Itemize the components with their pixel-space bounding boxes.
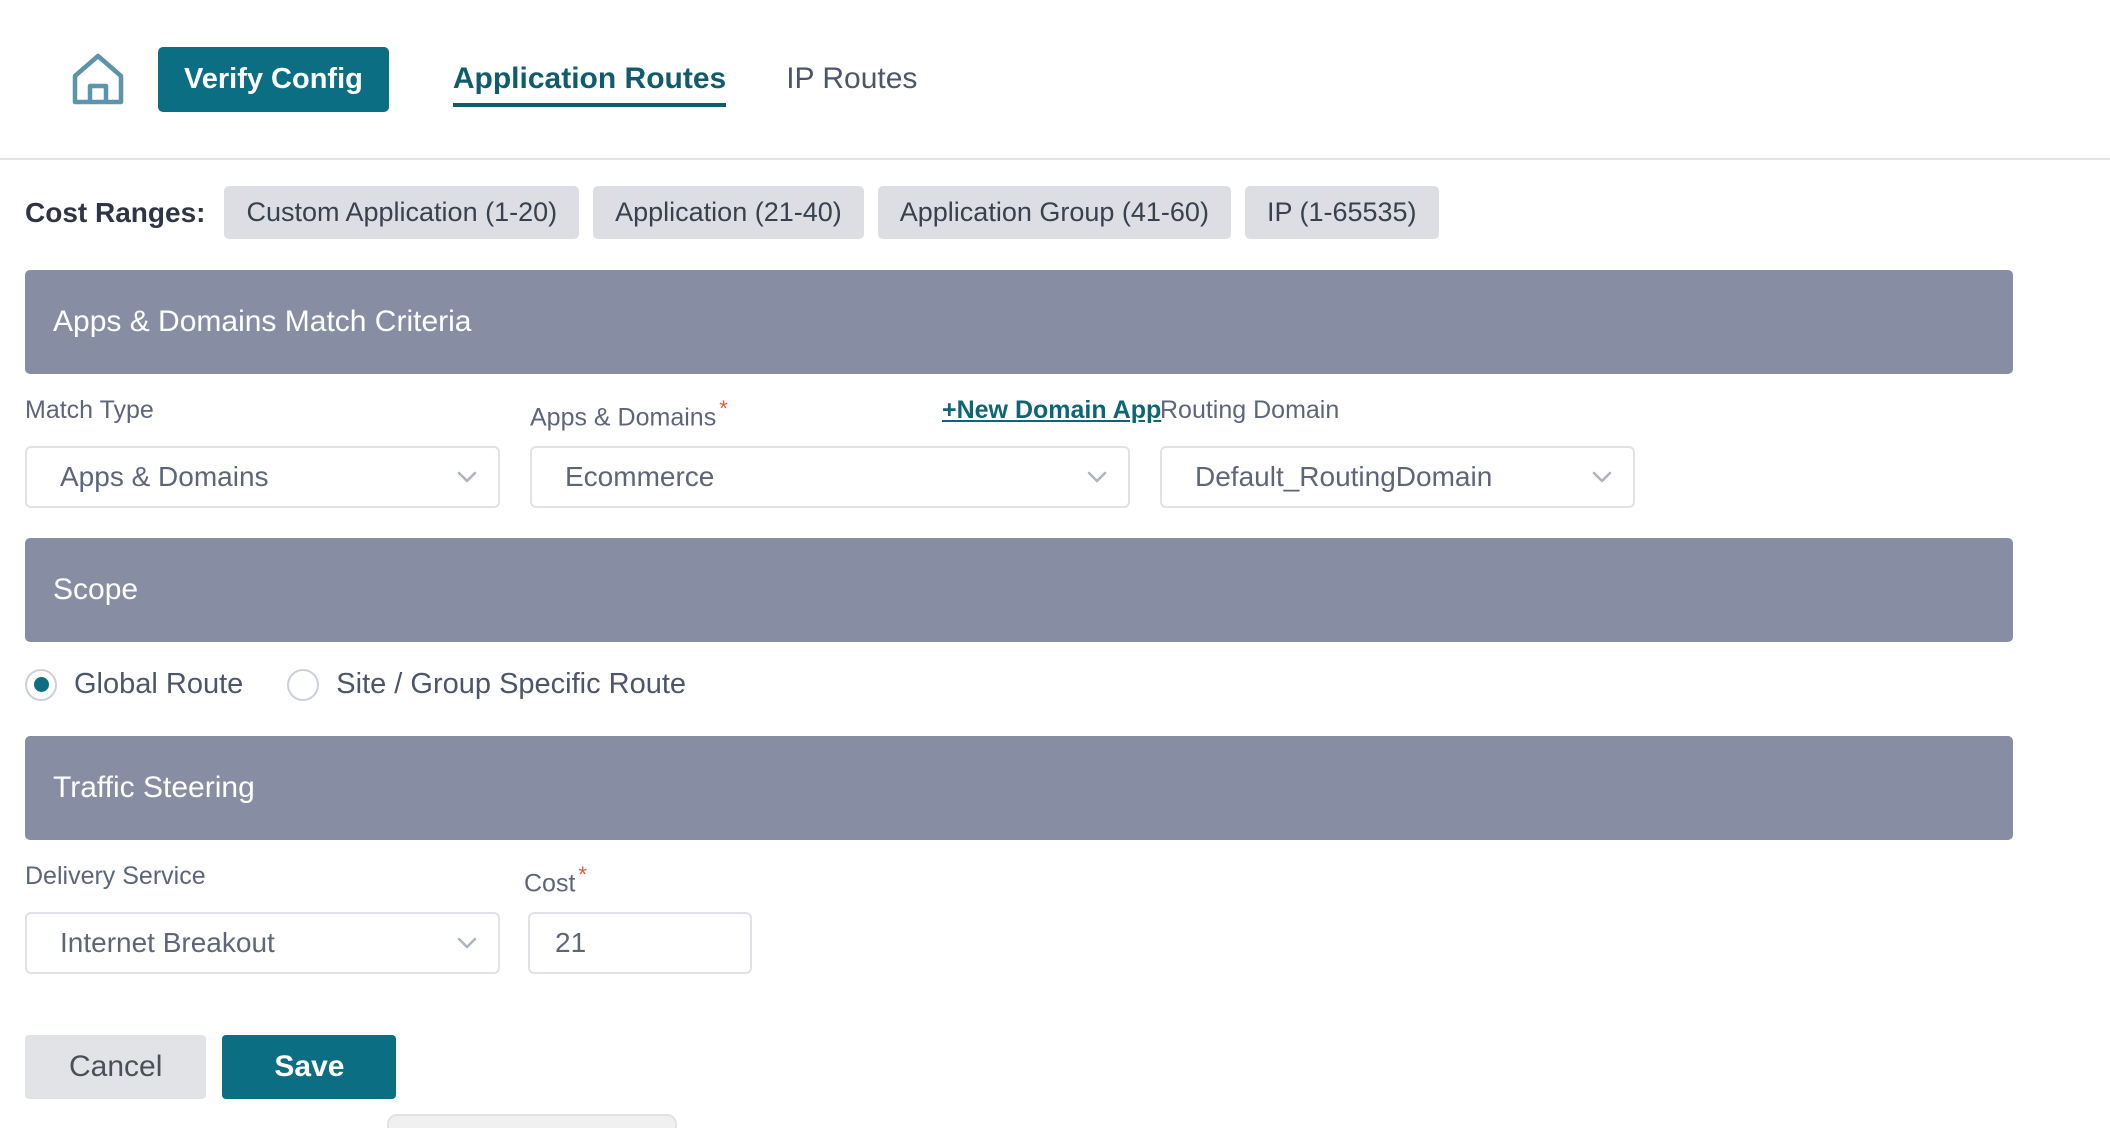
routing-domain-value: Default_RoutingDomain: [1195, 461, 1493, 492]
cost-input[interactable]: [528, 912, 752, 974]
chevron-down-icon: [1589, 464, 1615, 490]
cost-range-chip-application-group[interactable]: Application Group (41-60): [877, 186, 1231, 240]
radio-site-group-specific-route[interactable]: Site / Group Specific Route: [287, 668, 686, 701]
routing-domain-label: Routing Domain: [1160, 396, 1340, 424]
section-header-match-criteria: Apps & Domains Match Criteria: [25, 270, 2013, 374]
application-routes-page: Verify Config Application Routes IP Rout…: [0, 0, 2110, 1128]
tab-ip-routes[interactable]: IP Routes: [756, 43, 947, 115]
match-type-value: Apps & Domains: [60, 461, 269, 492]
verify-config-button[interactable]: Verify Config: [158, 46, 389, 112]
cost-ranges-label: Cost Ranges:: [25, 196, 206, 228]
page-header: Verify Config Application Routes IP Rout…: [0, 0, 2110, 160]
cancel-button[interactable]: Cancel: [25, 1035, 207, 1099]
form-actions: Cancel Save: [25, 1035, 397, 1099]
section-title-scope: Scope: [53, 573, 139, 606]
apps-domains-label: Apps & Domains *: [530, 396, 728, 432]
match-type-label: Match Type: [25, 396, 154, 424]
delivery-service-value: Internet Breakout: [60, 927, 275, 958]
required-asterisk: *: [719, 396, 728, 421]
tab-bar: Application Routes IP Routes: [423, 43, 948, 115]
scope-radio-group: Global Route Site / Group Specific Route: [25, 668, 730, 701]
new-domain-app-link[interactable]: +New Domain App: [942, 398, 1161, 423]
section-header-scope: Scope: [25, 538, 2013, 642]
radio-unselected-icon: [287, 668, 320, 701]
chevron-down-icon: [454, 464, 480, 490]
chevron-down-icon: [1084, 464, 1110, 490]
required-asterisk: *: [578, 862, 587, 887]
tab-application-routes[interactable]: Application Routes: [423, 43, 756, 115]
home-icon[interactable]: [62, 43, 134, 115]
chevron-down-icon: [454, 930, 480, 956]
save-button[interactable]: Save: [222, 1035, 397, 1099]
cost-range-chip-application[interactable]: Application (21-40): [593, 186, 864, 240]
cost-ranges-row: Cost Ranges: Custom Application (1-20) A…: [25, 186, 1439, 240]
section-title-traffic-steering: Traffic Steering: [53, 771, 255, 804]
radio-selected-icon: [25, 668, 57, 701]
apps-domains-value: Ecommerce: [565, 461, 715, 492]
radio-label-site-group-specific-route: Site / Group Specific Route: [336, 668, 687, 700]
delivery-service-select[interactable]: Internet Breakout: [25, 912, 500, 974]
apps-domains-select[interactable]: Ecommerce: [530, 446, 1130, 508]
radio-label-global-route: Global Route: [74, 668, 244, 700]
cost-range-chip-ip[interactable]: IP (1-65535): [1244, 186, 1439, 240]
delivery-service-label: Delivery Service: [25, 862, 206, 890]
section-header-traffic-steering: Traffic Steering: [25, 736, 2013, 840]
radio-global-route[interactable]: Global Route: [25, 668, 243, 701]
partial-panel-below-fold: [387, 1114, 677, 1128]
section-title-match-criteria: Apps & Domains Match Criteria: [53, 305, 472, 338]
routing-domain-select[interactable]: Default_RoutingDomain: [1160, 446, 1635, 508]
cost-label: Cost *: [524, 862, 587, 898]
cost-range-chip-custom-application[interactable]: Custom Application (1-20): [224, 186, 580, 240]
match-type-select[interactable]: Apps & Domains: [25, 446, 500, 508]
